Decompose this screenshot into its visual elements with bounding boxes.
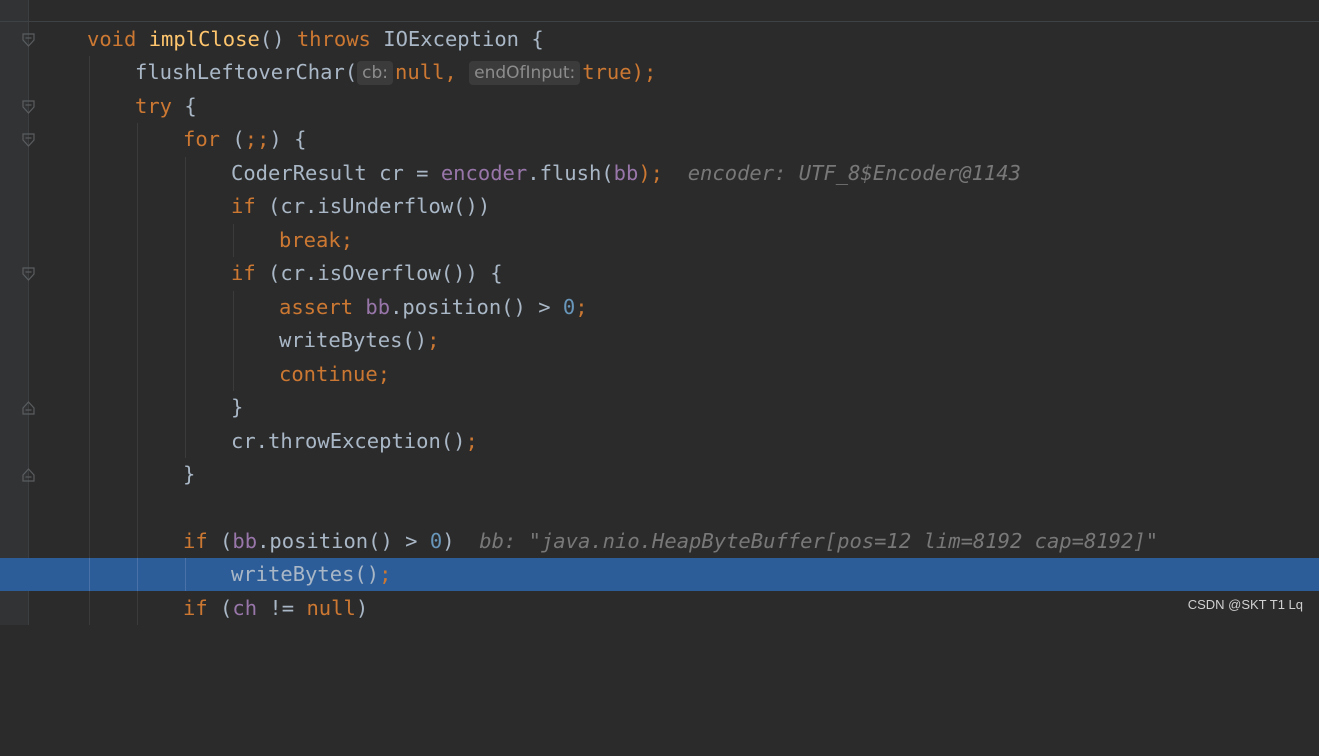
method-call: writeBytes() <box>231 562 380 586</box>
semicolons: ;; <box>244 127 270 151</box>
parameter-hint: endOfInput: <box>469 61 581 85</box>
code-line-empty[interactable] <box>29 491 1319 524</box>
keyword: break <box>279 228 341 252</box>
method-call: cr.throwException() <box>231 429 466 453</box>
keyword: continue <box>279 362 378 386</box>
brace: { <box>184 94 197 118</box>
statement-end: ); <box>638 161 664 185</box>
inline-debug-value: bb: "java.nio.HeapByteBuffer[pos=12 lim=… <box>479 529 1159 553</box>
code-line[interactable]: if (bb.position() > 0) bb: "java.nio.Hea… <box>29 525 1319 558</box>
brace: { <box>531 27 544 51</box>
statement-end: ); <box>631 60 657 84</box>
code-line[interactable]: break; <box>29 224 1319 257</box>
keyword: true <box>582 60 632 84</box>
inline-debug-value: encoder: UTF_8$Encoder@1143 <box>687 161 1021 185</box>
current-execution-line[interactable]: writeBytes(); <box>29 558 1319 591</box>
code-line[interactable]: assert bb.position() > 0; <box>29 291 1319 324</box>
keyword: assert <box>279 295 354 319</box>
code-line[interactable]: for (;;) { <box>29 123 1319 156</box>
method-call: .flush( <box>527 161 614 185</box>
keyword: if <box>231 261 256 285</box>
paren-brace: ) { <box>269 127 307 151</box>
code-line[interactable]: } <box>29 391 1319 424</box>
code-line[interactable]: flushLeftoverChar(cb: null, endOfInput: tr… <box>29 56 1319 89</box>
paren: ( <box>220 529 233 553</box>
brace: } <box>231 395 244 419</box>
method-call: writeBytes() <box>279 328 428 352</box>
current-line-gutter-highlight <box>0 558 29 591</box>
method-call: .position() > <box>257 529 430 553</box>
keyword: if <box>183 596 208 620</box>
paren: ( <box>220 596 233 620</box>
statement-end: ; <box>575 295 588 319</box>
statement-end: ; <box>379 562 392 586</box>
keyword: throws <box>296 27 371 51</box>
editor-gutter[interactable] <box>0 0 28 625</box>
code-line[interactable]: void implClose() throws IOException { <box>29 23 1319 56</box>
code-line[interactable]: continue; <box>29 358 1319 391</box>
keyword: try <box>135 94 173 118</box>
number-literal: 0 <box>562 295 576 319</box>
paren: ) <box>442 529 455 553</box>
code-editor[interactable]: void implClose() throws IOException { fl… <box>29 0 1319 625</box>
declaration: CoderResult cr = <box>231 161 441 185</box>
field-ref: bb <box>613 161 639 185</box>
field-ref: bb <box>232 529 258 553</box>
keyword: if <box>183 529 208 553</box>
indent-guide <box>137 558 138 591</box>
keyword: for <box>183 127 221 151</box>
indent-guide <box>185 558 186 591</box>
field-ref: encoder <box>440 161 528 185</box>
keyword: void <box>87 27 137 51</box>
operator: != <box>257 596 307 620</box>
condition: (cr.isOverflow()) { <box>268 261 503 285</box>
statement-end: ; <box>377 362 391 386</box>
method-call: .position() > <box>390 295 563 319</box>
watermark: CSDN @SKT T1 Lq <box>1187 597 1303 612</box>
keyword: null <box>306 596 356 620</box>
comma: , <box>444 60 457 84</box>
code-line[interactable]: writeBytes(); <box>29 324 1319 357</box>
number-literal: 0 <box>429 529 443 553</box>
statement-end: ; <box>340 228 354 252</box>
code-line[interactable]: if (ch != null) <box>29 592 1319 625</box>
parens: () <box>259 27 285 51</box>
condition: (cr.isUnderflow()) <box>268 194 491 218</box>
code-line[interactable]: if (cr.isUnderflow()) <box>29 190 1319 223</box>
statement-end: ; <box>427 328 440 352</box>
type-name: IOException <box>383 27 520 51</box>
paren: ) <box>355 596 369 620</box>
brace: } <box>183 462 196 486</box>
statement-end: ; <box>465 429 478 453</box>
indent-guide <box>89 558 90 591</box>
keyword: null <box>395 60 445 84</box>
keyword: if <box>231 194 256 218</box>
paren: ( <box>232 127 245 151</box>
parameter-hint: cb: <box>357 61 394 85</box>
code-line[interactable]: cr.throwException(); <box>29 425 1319 458</box>
field-ref: ch <box>232 596 258 620</box>
code-line[interactable]: if (cr.isOverflow()) { <box>29 257 1319 290</box>
code-line[interactable]: try { <box>29 90 1319 123</box>
method-call: flushLeftoverChar( <box>135 60 358 84</box>
field-ref: bb <box>365 295 391 319</box>
code-line[interactable]: } <box>29 458 1319 491</box>
code-line[interactable]: CoderResult cr = encoder.flush(bb); enco… <box>29 157 1319 190</box>
method-name: implClose <box>148 27 260 51</box>
